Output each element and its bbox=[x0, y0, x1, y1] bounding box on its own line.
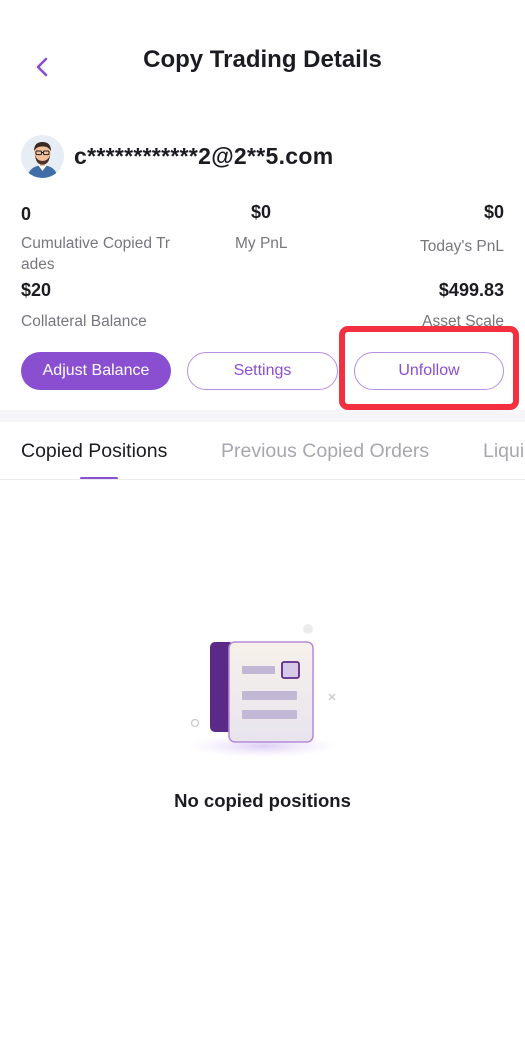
collateral-balance-label: Collateral Balance bbox=[21, 313, 147, 330]
collateral-balance-value: $20 bbox=[21, 280, 52, 300]
tab-bar: Copied Positions Previous Copied Orders … bbox=[0, 422, 525, 480]
cumulative-copied-trades-value: 0 bbox=[21, 204, 32, 224]
cumulative-copied-trades-label: Cumulative Copied Tr ades bbox=[21, 235, 171, 273]
active-tab-indicator bbox=[80, 477, 118, 479]
avatar bbox=[21, 135, 64, 178]
page-title: Copy Trading Details bbox=[143, 46, 382, 73]
asset-scale-label: Asset Scale bbox=[422, 313, 504, 330]
asset-scale-value: $499.83 bbox=[438, 280, 504, 300]
copy-trading-details-screen: Copy Trading Details c************2@2**5… bbox=[0, 0, 525, 1039]
my-pnl-value: $0 bbox=[251, 202, 272, 222]
todays-pnl-value: $0 bbox=[483, 202, 504, 222]
todays-pnl-label: Today's PnL bbox=[420, 238, 504, 255]
adjust-balance-button[interactable]: Adjust Balance bbox=[21, 352, 171, 390]
user-avatar-icon bbox=[21, 135, 64, 178]
settings-button[interactable]: Settings bbox=[187, 352, 338, 390]
my-pnl-label: My PnL bbox=[235, 235, 288, 252]
empty-state-message: No copied positions bbox=[174, 790, 351, 811]
section-divider bbox=[0, 410, 525, 422]
unfollow-button[interactable]: Unfollow bbox=[354, 352, 504, 390]
empty-document-icon bbox=[183, 620, 343, 765]
tab-previous-copied-orders[interactable]: Previous Copied Orders bbox=[221, 440, 429, 463]
trader-email: c************2@2**5.com bbox=[74, 143, 334, 169]
tab-copied-positions[interactable]: Copied Positions bbox=[21, 440, 167, 463]
tab-liquidations[interactable]: Liqui bbox=[483, 440, 524, 463]
